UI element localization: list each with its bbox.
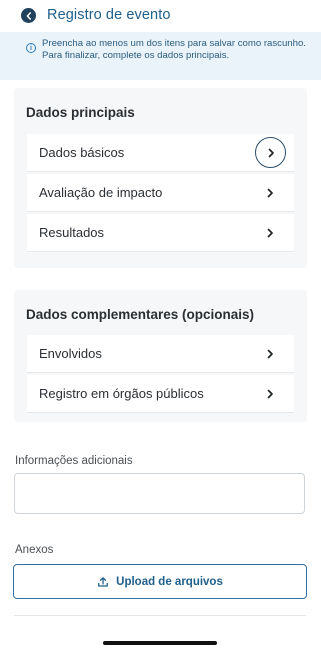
chevron-right-icon [264, 388, 276, 400]
list-item-dados-basicos[interactable]: Dados básicos [27, 134, 294, 172]
info-banner: i Preencha ao menos um dos itens para sa… [0, 32, 321, 80]
upload-files-button[interactable]: Upload de arquivos [13, 564, 307, 599]
list-item-label: Envolvidos [39, 346, 102, 361]
list-item-label: Resultados [39, 225, 105, 240]
list-item-label: Avaliação de impacto [39, 185, 163, 200]
chevron-right-icon[interactable] [255, 137, 286, 168]
info-text: Preencha ao menos um dos itens para salv… [42, 38, 306, 61]
list-item-envolvidos[interactable]: Envolvidos [27, 335, 294, 373]
home-indicator [103, 641, 217, 645]
list-item-label: Dados básicos [39, 145, 125, 160]
page-title: Registro de evento [47, 7, 171, 23]
header: Registro de evento [0, 0, 321, 32]
list-item-resultados[interactable]: Resultados [27, 214, 294, 252]
chevron-right-icon [264, 348, 276, 360]
list-item-avaliacao-de-impacto[interactable]: Avaliação de impacto [27, 174, 294, 212]
additional-info-label: Informações adicionais [15, 455, 133, 467]
upload-button-label: Upload de arquivos [116, 575, 223, 588]
additional-info-field[interactable] [14, 473, 305, 514]
list-item-registro-orgaos-publicos[interactable]: Registro em órgãos públicos [27, 375, 294, 413]
back-arrow-icon[interactable] [21, 8, 36, 23]
section-title-complementary: Dados complementares (opcionais) [26, 307, 255, 322]
section-title-main: Dados principais [26, 105, 135, 120]
upload-icon [97, 576, 109, 588]
info-icon: i [26, 43, 36, 53]
main-data-section: Dados principais Dados básicos Avaliação… [14, 88, 307, 268]
list-item-label: Registro em órgãos públicos [39, 386, 204, 401]
chevron-right-icon [264, 227, 276, 239]
divider [14, 615, 306, 616]
chevron-right-icon [264, 187, 276, 199]
complementary-data-section: Dados complementares (opcionais) Envolvi… [14, 290, 307, 422]
attachments-label: Anexos [15, 544, 54, 556]
